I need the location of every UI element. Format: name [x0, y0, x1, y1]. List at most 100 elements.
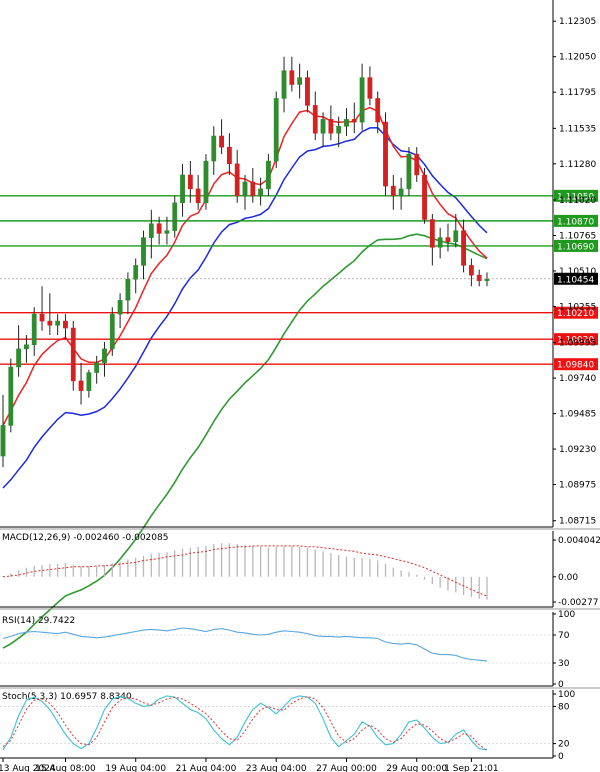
candle-body	[63, 320, 68, 329]
candle-body	[31, 313, 37, 345]
candle-body	[461, 230, 466, 266]
candle-body	[297, 77, 303, 85]
candle-body	[320, 119, 326, 134]
candle-body	[195, 188, 201, 204]
candle-body	[24, 344, 29, 350]
candle-body	[148, 223, 154, 238]
candle-body	[187, 174, 193, 190]
candle-body	[468, 265, 474, 276]
rsi-tick-label: 70	[558, 631, 570, 641]
candle-body	[281, 70, 287, 99]
candle-body	[226, 146, 232, 165]
price-tick-label: 1.10765	[559, 231, 596, 241]
candle-body	[305, 77, 310, 106]
candle-body	[390, 185, 396, 197]
candle-body	[164, 230, 170, 234]
time-tick-label: 29 Aug 00:00	[386, 764, 447, 772]
candle-body	[398, 188, 404, 197]
stoch-tick-label: 100	[558, 690, 575, 700]
candle-body	[172, 202, 178, 231]
candle-body	[445, 237, 451, 243]
candle-body	[94, 362, 100, 373]
forex-chart: 1.110501.108701.106901.102101.100201.098…	[0, 0, 600, 772]
price-tick-label: 1.11280	[559, 160, 596, 170]
candle-body	[8, 366, 14, 426]
macd-title: MACD(12,26,9) -0.002460 -0.002085	[2, 533, 168, 543]
price-tick-label: 1.08975	[559, 481, 596, 491]
candle-body	[476, 274, 482, 281]
price-tick-label: 1.11020	[559, 196, 596, 206]
macd-tick-label: 0.004042	[558, 536, 600, 546]
candle-body	[219, 135, 224, 148]
candle-body	[70, 327, 76, 382]
candle-body	[437, 237, 443, 248]
rsi-title: RSI(14) 29.7422	[2, 616, 75, 626]
price-tick-label: 1.09740	[559, 374, 596, 384]
price-tick-label: 1.09485	[559, 410, 596, 420]
candle-body	[429, 219, 435, 248]
stoch-tick-label: 0	[558, 752, 564, 762]
resistance-level-label: 1.10870	[557, 217, 594, 227]
candle-body	[312, 105, 318, 134]
candle-body	[133, 265, 139, 280]
candle-body	[383, 121, 388, 187]
stoch-tick-label: 80	[558, 702, 570, 712]
candle-body	[422, 174, 427, 220]
price-tick-label: 1.12050	[559, 53, 596, 63]
candle-body	[180, 174, 185, 204]
time-tick-label: 23 Aug 04:00	[246, 764, 307, 772]
time-tick-label: 21 Aug 04:00	[176, 764, 237, 772]
candle-body	[375, 98, 381, 123]
candle-body	[39, 313, 45, 322]
time-tick-label: 1 Sep 21:01	[444, 764, 498, 772]
candle-body	[125, 279, 131, 301]
candle-body	[117, 299, 123, 315]
candle-body	[109, 313, 115, 350]
price-tick-label: 1.11795	[559, 88, 596, 98]
candle-body	[86, 372, 92, 391]
candle-body	[141, 237, 146, 266]
price-tick-label: 1.08715	[559, 517, 596, 527]
candle-body	[47, 320, 53, 326]
rsi-tick-label: 30	[558, 659, 570, 669]
candle-body	[250, 181, 256, 197]
candle-body	[0, 425, 6, 457]
price-tick-label: 1.09230	[559, 445, 596, 455]
macd-tick-label: -0.00277	[558, 598, 598, 608]
macd-tick-label: 0.00	[558, 573, 578, 583]
candle-body	[242, 181, 248, 197]
candle-body	[102, 348, 107, 364]
candle-body	[16, 348, 22, 368]
time-tick-label: 27 Aug 00:00	[316, 764, 377, 772]
candle-body	[328, 119, 334, 134]
candle-body	[359, 77, 365, 123]
candle-body	[351, 119, 357, 123]
resistance-level-label: 1.10690	[557, 242, 594, 252]
candle-body	[406, 153, 412, 190]
price-tick-label: 1.12305	[559, 17, 596, 27]
candle-body	[55, 320, 61, 326]
candle-body	[211, 135, 217, 162]
candle-body	[203, 160, 209, 204]
candle-body	[367, 77, 373, 99]
time-tick-label: 15 Aug 08:00	[35, 764, 96, 772]
candle-body	[453, 230, 459, 243]
price-tick-label: 1.11535	[559, 124, 596, 134]
current-price-label: 1.10454	[557, 275, 594, 285]
time-tick-label: 19 Aug 04:00	[105, 764, 166, 772]
candle-body	[484, 279, 490, 281]
price-tick-label: 1.09995	[559, 339, 596, 349]
price-tick-label: 1.10255	[559, 302, 596, 312]
candle-body	[156, 223, 162, 234]
candle-body	[289, 70, 295, 85]
candle-body	[266, 160, 271, 190]
candle-body	[336, 126, 342, 134]
stoch-tick-label: 20	[558, 740, 570, 750]
candle-body	[78, 380, 84, 391]
rsi-tick-label: 100	[558, 610, 575, 620]
stoch-title: Stoch(5,3,3) 10.6957 8.8340	[2, 692, 132, 702]
candle-body	[234, 163, 240, 197]
support-level-label: 1.09840	[557, 361, 594, 371]
candle-body	[344, 119, 349, 127]
candle-body	[258, 188, 264, 197]
